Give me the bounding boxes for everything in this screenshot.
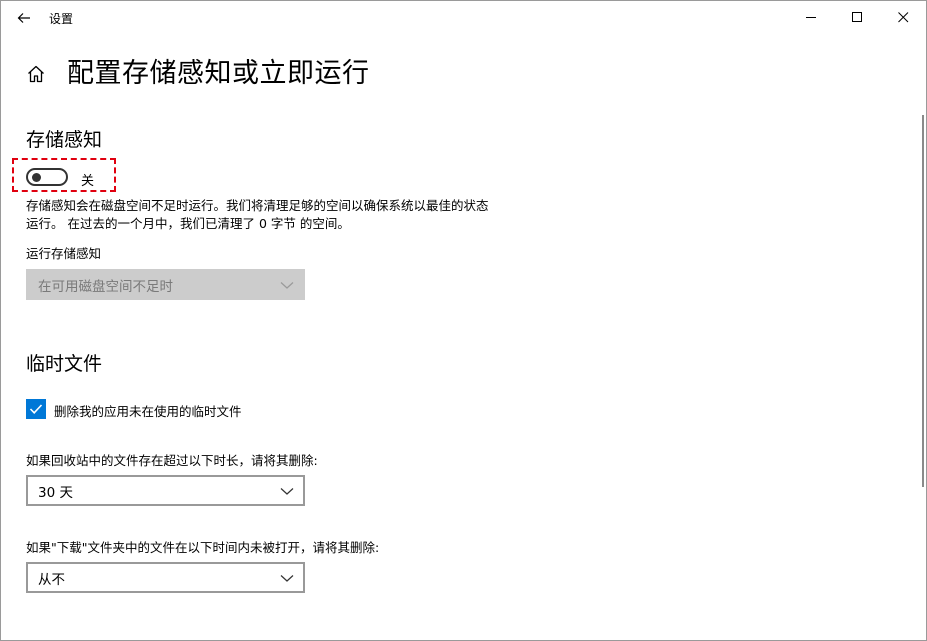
settings-window: 设置 配置存储感知或立即运行 存储感知 关 存储感知会在磁盘空间不足时运行。我们…: [0, 0, 927, 641]
delete-temp-files-checkbox[interactable]: [26, 399, 46, 419]
downloads-dropdown[interactable]: 从不: [26, 562, 305, 593]
home-button[interactable]: [25, 63, 47, 85]
recycle-bin-dropdown[interactable]: 30 天: [26, 475, 305, 506]
close-icon: [897, 11, 908, 22]
chevron-down-icon: [280, 282, 294, 289]
run-storage-sense-dropdown: 在可用磁盘空间不足时: [26, 269, 305, 300]
checkmark-icon: [29, 404, 43, 414]
toggle-knob: [32, 173, 41, 182]
run-storage-sense-label: 运行存储感知: [26, 246, 102, 261]
toggle-state-label: 关: [81, 174, 95, 189]
close-button[interactable]: [880, 1, 926, 33]
vertical-scrollbar[interactable]: [922, 115, 924, 487]
chevron-down-icon: [280, 575, 294, 582]
storage-sense-description: 存储感知会在磁盘空间不足时运行。我们将清理足够的空间以确保系统以最佳的状态运行。…: [26, 198, 489, 231]
minimize-icon: [805, 16, 816, 18]
minimize-button[interactable]: [788, 1, 834, 33]
window-controls: [788, 1, 926, 33]
title-bar: 设置: [1, 1, 926, 35]
back-button[interactable]: [1, 1, 47, 35]
temp-files-heading: 临时文件: [26, 353, 103, 375]
chevron-down-icon: [280, 488, 294, 495]
storage-sense-heading: 存储感知: [26, 129, 103, 151]
dropdown-value: 在可用磁盘空间不足时: [38, 278, 173, 295]
maximize-button[interactable]: [834, 1, 880, 33]
downloads-label: 如果"下载"文件夹中的文件在以下时间内未被打开，请将其删除:: [26, 540, 380, 555]
maximize-icon: [851, 11, 862, 22]
dropdown-value: 30 天: [38, 484, 73, 501]
storage-sense-toggle[interactable]: [26, 168, 68, 186]
home-icon: [28, 65, 44, 83]
dropdown-value: 从不: [38, 571, 65, 588]
page-header: 配置存储感知或立即运行: [25, 55, 370, 93]
delete-temp-files-label[interactable]: 删除我的应用未在使用的临时文件: [54, 401, 242, 420]
page-title: 配置存储感知或立即运行: [67, 58, 370, 89]
back-arrow-icon: [17, 13, 30, 23]
app-title: 设置: [49, 11, 74, 26]
recycle-bin-label: 如果回收站中的文件存在超过以下时长，请将其删除:: [26, 453, 318, 468]
